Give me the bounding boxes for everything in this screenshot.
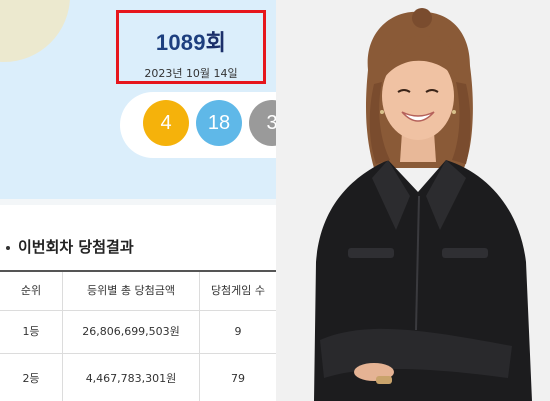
- draw-header: 1089회 2023년 10월 14일 4 18 3: [0, 0, 276, 199]
- rank-cell: 2등: [22, 372, 40, 385]
- lotto-results-panel: 1089회 2023년 10월 14일 4 18 3 이번회차 당첨결과 순위 …: [0, 0, 276, 401]
- results-table: 순위 등위별 총 당첨금액 당첨게임 수 1등 26,806,699,503원 …: [0, 270, 276, 401]
- header-winner-count: 당첨게임 수: [210, 284, 266, 297]
- lotto-ball: 4: [143, 100, 189, 146]
- lotto-ball: 18: [196, 100, 242, 146]
- winner-count-cell: 9: [234, 325, 242, 338]
- decorative-circle: [0, 0, 70, 62]
- portrait-photo: [276, 0, 550, 401]
- table-row: 2등 4,467,783,301원 79: [0, 353, 276, 401]
- amount-cell: 26,806,699,503원: [62, 310, 200, 353]
- woman-portrait-illustration: [276, 0, 550, 401]
- header-rank: 순위: [20, 284, 42, 297]
- table-header-row: 순위 등위별 총 당첨금액 당첨게임 수: [0, 272, 276, 311]
- winner-count-cell: 79: [231, 372, 245, 385]
- section-title-text: 이번회차 당첨결과: [18, 238, 134, 256]
- rank-cell: 1등: [22, 325, 40, 338]
- section-title: 이번회차 당첨결과: [6, 236, 134, 257]
- draw-date: 2023년 10월 14일: [144, 67, 238, 80]
- bullet-icon: [6, 245, 10, 250]
- divider: [0, 199, 276, 205]
- round-unit: 회: [205, 31, 227, 56]
- header-prize-amount: 등위별 총 당첨금액: [62, 272, 200, 310]
- round-highlight-box: 1089회 2023년 10월 14일: [116, 10, 266, 84]
- table-row: 1등 26,806,699,503원 9: [0, 310, 276, 354]
- round-title: 1089회: [119, 31, 263, 56]
- round-number: 1089: [155, 30, 206, 55]
- amount-cell: 4,467,783,301원: [62, 353, 200, 401]
